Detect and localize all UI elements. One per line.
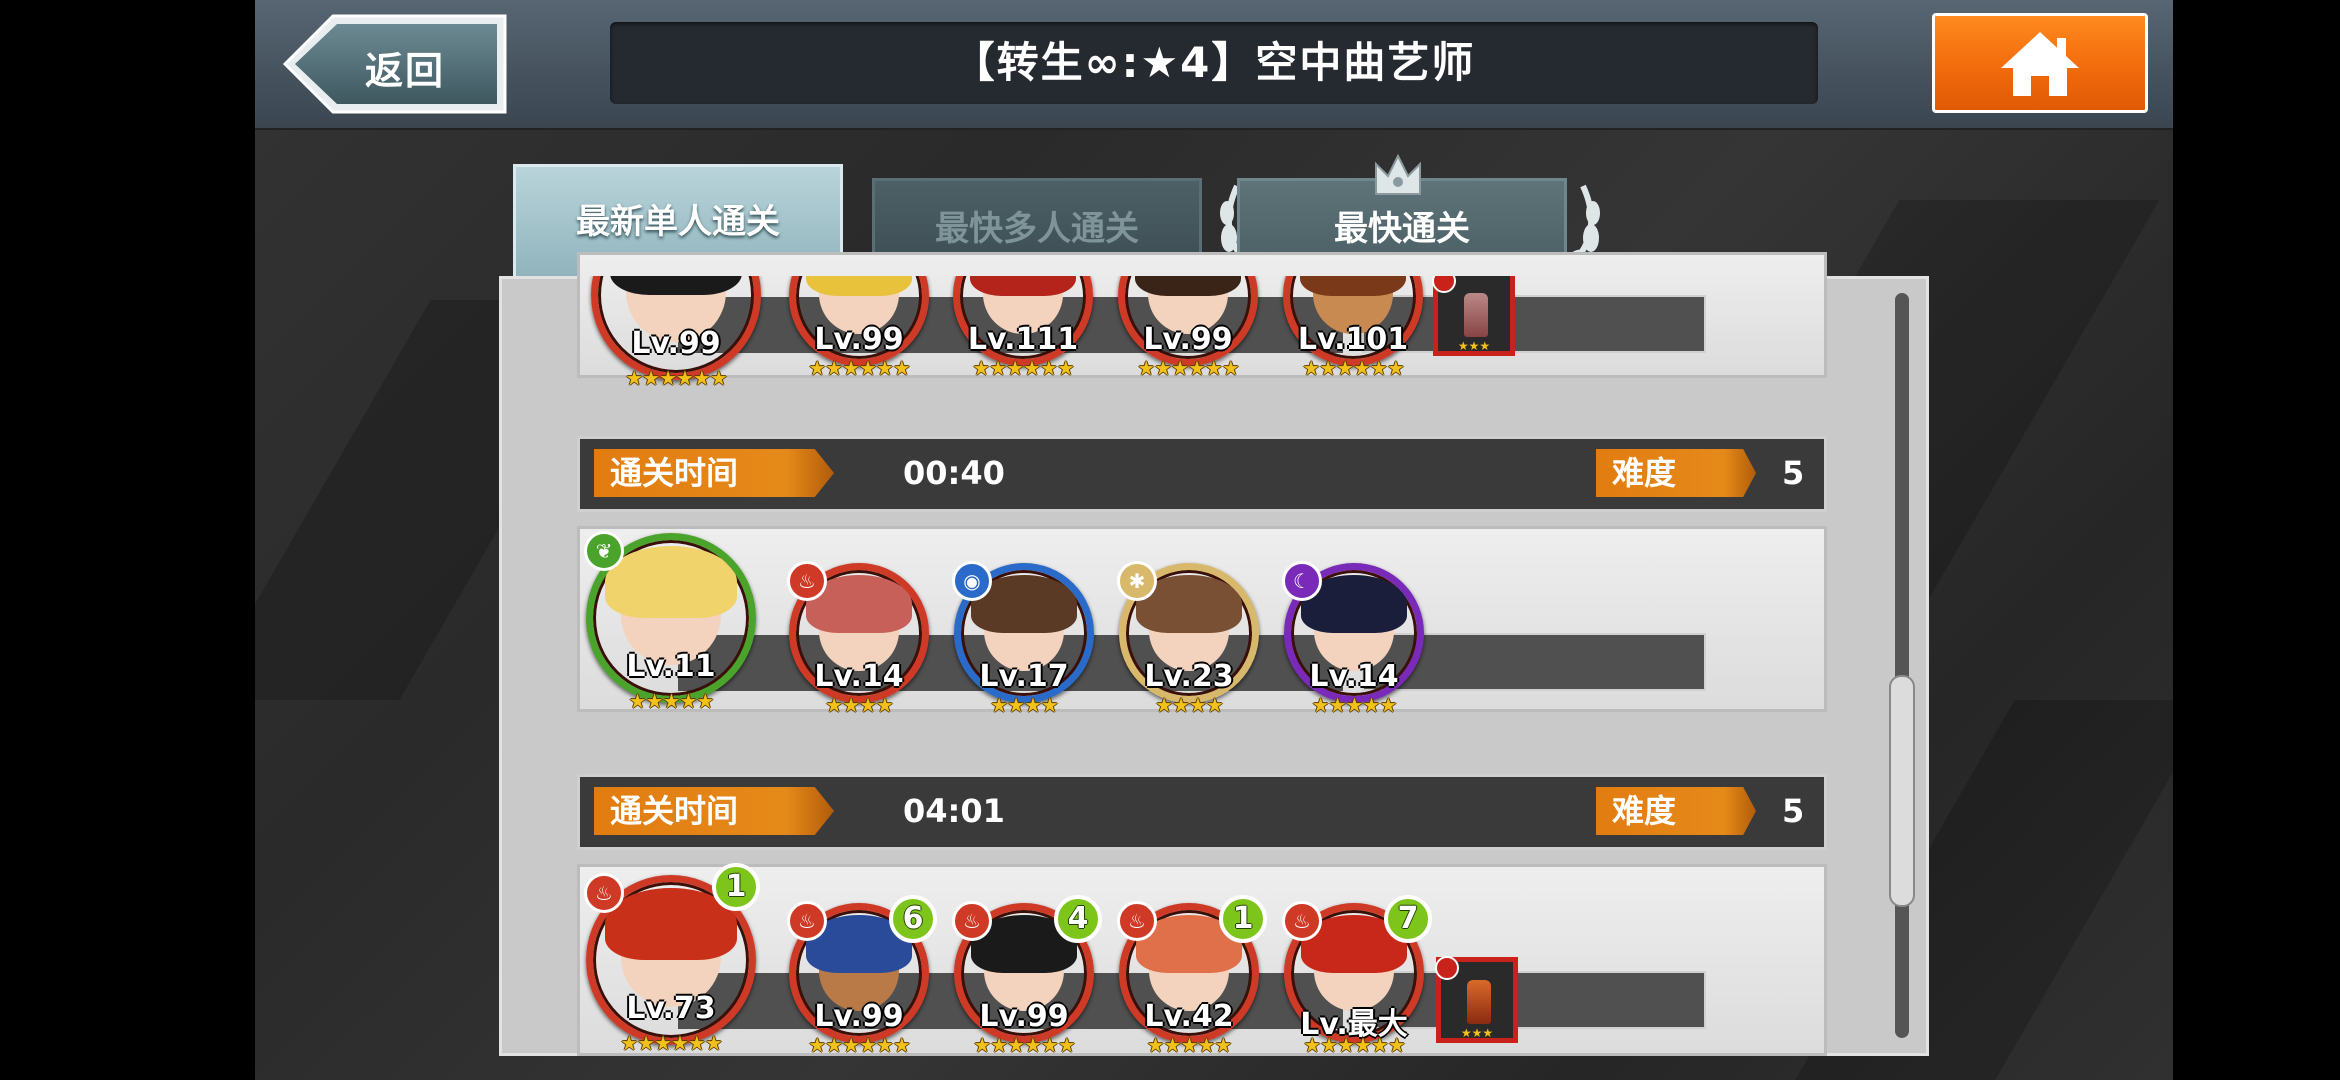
level-label: Lv.14 (814, 659, 904, 694)
back-button-label: 返回 (365, 49, 446, 93)
light-element-icon: ✱ (1117, 561, 1157, 601)
level-label: Lv.111 (967, 322, 1079, 357)
rarity-stars: ★★★★★★ (972, 356, 1075, 380)
character-icon[interactable]: ♨ 4 Lv.99 ★★★★★★ (952, 895, 1102, 1057)
level-label: Lv.99 (814, 322, 904, 357)
difficulty-tag: 难度 (1596, 787, 1756, 835)
rarity-stars: ★★★★ (825, 693, 894, 717)
level-label: Lv.101 (1297, 322, 1409, 357)
scrollbar-thumb[interactable] (1889, 675, 1915, 907)
rarity-stars: ★★★★★ (628, 689, 715, 713)
rarity-stars: ★★★★ (990, 693, 1059, 717)
plus-badge: 1 (1219, 895, 1267, 943)
difficulty-value: 5 (1782, 454, 1805, 492)
record-header: 通关时间 00:40 难度 5 (577, 436, 1827, 512)
character-icon[interactable]: ❦ Lv.11 ★★★★★ (584, 531, 756, 713)
scrollbar-track[interactable] (1895, 293, 1909, 1038)
game-screen: 返回 【转生∞:★4】空中曲艺师 最新单人通关 最快多人通关 最快通关 Lv.9… (255, 0, 2173, 1080)
weapon-stars: ★★★ (1457, 339, 1491, 353)
fire-element-icon (1432, 276, 1456, 293)
character-icon[interactable]: ◉ Lv.17 ★★★★ (952, 561, 1094, 717)
wind-element-icon: ❦ (584, 531, 624, 571)
character-icon[interactable]: ☾ Lv.14 ★★★★★ (1282, 561, 1424, 717)
level-label: Lv.42 (1144, 999, 1234, 1034)
team-row: ♨ 1 Lv.73 ★★★★★★ ♨ 6 Lv.99 ★★★★★★ ♨ 4 Lv… (577, 863, 1827, 1057)
plus-badge: 7 (1384, 895, 1432, 943)
rarity-stars: ★★★★★★ (1137, 356, 1240, 380)
difficulty-value: 5 (1782, 792, 1805, 830)
record-header: 通关时间 04:01 难度 5 (577, 774, 1827, 850)
rarity-stars: ★★★★★ (1146, 1033, 1233, 1057)
character-icon[interactable]: ♨ 7 Lv.最大 ★★★★★★ (1282, 895, 1432, 1057)
level-label: Lv.99 (979, 999, 1069, 1034)
back-button[interactable]: 返回 (281, 12, 509, 116)
top-bar: 返回 【转生∞:★4】空中曲艺师 (255, 0, 2173, 130)
team-clip: Lv.99 ★★★★★★ Lv.99 ★★★★★★ Lv.111 ★★★★★★ … (585, 276, 1835, 386)
fire-element-icon: ♨ (787, 561, 827, 601)
rarity-stars: ★★★★★★ (808, 356, 911, 380)
level-label: Lv.99 (814, 999, 904, 1034)
level-label: Lv.23 (1144, 659, 1234, 694)
dark-element-icon: ☾ (1282, 561, 1322, 601)
character-icon[interactable]: ♨ 6 Lv.99 ★★★★★★ (787, 895, 937, 1057)
level-label: Lv.99 (631, 326, 721, 361)
rarity-stars: ★★★★★★ (625, 366, 728, 386)
tab-label: 最新单人通关 (576, 202, 780, 242)
fire-element-icon: ♨ (1282, 901, 1322, 941)
rarity-stars: ★★★★★★ (808, 1033, 911, 1057)
level-label: Lv.11 (626, 649, 716, 684)
weapon-icon[interactable]: ★★★ (1432, 276, 1515, 356)
character-icon[interactable]: Lv.101 ★★★★★★ (1283, 276, 1423, 380)
plus-badge: 6 (889, 895, 937, 943)
fire-element-icon: ♨ (584, 873, 624, 913)
rarity-stars: ★★★★★ (1311, 693, 1398, 717)
character-icon[interactable]: ♨ 1 Lv.73 ★★★★★★ (584, 863, 760, 1055)
clear-time-value: 04:01 (903, 792, 1005, 830)
tab-label: 最快通关 (1334, 209, 1470, 249)
plus-badge: 1 (712, 863, 760, 911)
character-icon[interactable]: Lv.99 ★★★★★★ (591, 276, 761, 386)
level-label: Lv.17 (979, 659, 1069, 694)
character-icon[interactable]: Lv.99 ★★★★★★ (789, 276, 929, 380)
plus-badge: 4 (1054, 895, 1102, 943)
fire-element-icon: ♨ (787, 901, 827, 941)
clear-time-tag: 通关时间 (594, 449, 834, 497)
weapon-stars: ★★★ (1460, 1026, 1494, 1040)
water-element-icon: ◉ (952, 561, 992, 601)
stage-title-bar: 【转生∞:★4】空中曲艺师 (610, 22, 1818, 104)
character-icon[interactable]: ♨ Lv.14 ★★★★ (787, 561, 929, 717)
level-label: Lv.99 (1143, 322, 1233, 357)
rarity-stars: ★★★★ (1155, 693, 1224, 717)
character-icon[interactable]: Lv.111 ★★★★★★ (953, 276, 1093, 380)
crown-icon (1375, 153, 1421, 195)
level-label: Lv.14 (1309, 659, 1399, 694)
character-icon[interactable]: ✱ Lv.23 ★★★★ (1117, 561, 1259, 717)
weapon-icon[interactable]: ★★★ (1435, 956, 1518, 1043)
stage-title: 【转生∞:★4】空中曲艺师 (952, 38, 1476, 87)
tab-label: 最快多人通关 (935, 209, 1139, 249)
character-icon[interactable]: ♨ 1 Lv.42 ★★★★★ (1117, 895, 1267, 1057)
level-label: Lv.73 (626, 991, 716, 1026)
rarity-stars: ★★★★★★ (973, 1033, 1076, 1057)
clear-time-value: 00:40 (903, 454, 1005, 492)
team-row: ❦ Lv.11 ★★★★★ ♨ Lv.14 ★★★★ ◉ Lv.17 ★★★★ … (577, 526, 1827, 717)
home-icon (2001, 32, 2079, 96)
fire-element-icon: ♨ (952, 901, 992, 941)
rarity-stars: ★★★★★★ (620, 1031, 723, 1055)
character-icon[interactable]: Lv.99 ★★★★★★ (1118, 276, 1258, 380)
fire-element-icon: ♨ (1117, 901, 1157, 941)
difficulty-tag: 难度 (1596, 449, 1756, 497)
fire-element-icon (1435, 956, 1459, 980)
rarity-stars: ★★★★★★ (1303, 1033, 1406, 1057)
home-button[interactable] (1932, 13, 2148, 113)
clear-time-tag: 通关时间 (594, 787, 834, 835)
rarity-stars: ★★★★★★ (1302, 356, 1405, 380)
